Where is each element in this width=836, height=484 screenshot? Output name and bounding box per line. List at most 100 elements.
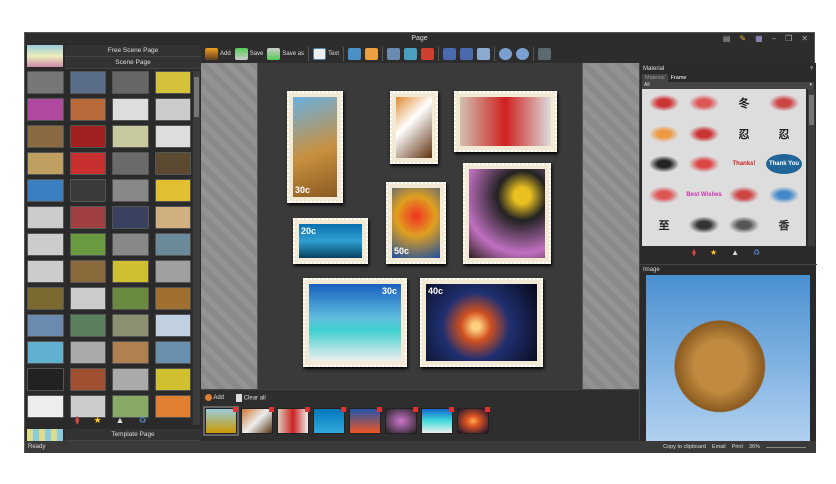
thumbnail-parrot[interactable] — [277, 407, 310, 434]
scene-thumbnail[interactable] — [112, 71, 149, 94]
layers-icon[interactable] — [538, 48, 552, 60]
scene-thumbnail[interactable] — [69, 125, 106, 148]
scene-thumbnail[interactable] — [27, 71, 64, 94]
remove-icon[interactable] — [485, 407, 490, 412]
sticker-item[interactable] — [726, 184, 762, 205]
sticker-item[interactable] — [646, 123, 682, 144]
scene-thumbnail[interactable] — [112, 233, 149, 256]
scene-thumbnail[interactable] — [112, 98, 149, 121]
scene-thumbnail[interactable] — [154, 395, 191, 418]
scene-thumbnail[interactable] — [112, 341, 149, 364]
scene-thumbnail[interactable] — [69, 152, 106, 175]
stamp-dolphin[interactable]: 20c — [293, 218, 368, 264]
scene-thumbnail[interactable] — [27, 98, 64, 121]
remove-icon[interactable] — [305, 407, 310, 412]
layout-icon[interactable]: ▦ — [755, 34, 763, 43]
print-icon[interactable] — [348, 48, 362, 60]
stamp-flower[interactable] — [463, 163, 551, 264]
sticker-item[interactable] — [686, 123, 722, 144]
stamp-parrot[interactable] — [454, 91, 557, 152]
thumbnail-beach[interactable] — [421, 407, 454, 434]
scene-thumbnail[interactable] — [154, 179, 191, 202]
remove-icon[interactable] — [341, 407, 346, 412]
recycle-icon[interactable]: ♻ — [753, 248, 760, 257]
scene-thumbnail[interactable] — [112, 314, 149, 337]
clear-all-button[interactable]: Clear all — [236, 394, 266, 402]
sticker-item[interactable]: Best Wishes — [686, 185, 722, 205]
scene-thumbnail[interactable] — [112, 125, 149, 148]
thumbnail-dolphin[interactable] — [313, 407, 346, 434]
sticker-item[interactable] — [686, 154, 722, 175]
thumbnail-giraffe[interactable] — [203, 406, 239, 436]
strip-add-button[interactable]: Add — [205, 394, 224, 402]
copy-to-clipboard-button[interactable]: Copy to clipboard — [663, 441, 706, 453]
scene-thumbnail[interactable] — [69, 98, 106, 121]
stamp-galaxy[interactable]: 40c — [420, 278, 543, 367]
remove-icon[interactable] — [233, 407, 238, 412]
tree-icon[interactable]: ▲ — [731, 248, 739, 257]
sticker-item[interactable]: 忍 — [766, 124, 802, 144]
sticker-item[interactable] — [726, 215, 762, 236]
scene-thumbnail[interactable] — [154, 368, 191, 391]
sticker-item[interactable]: Thanks! — [726, 154, 762, 174]
scene-thumbnail[interactable] — [27, 341, 64, 364]
stamp-giraffe[interactable]: 30c — [287, 91, 343, 203]
sticker-item[interactable]: 香 — [766, 215, 802, 235]
scene-thumbnail[interactable] — [154, 260, 191, 283]
stamp-beach[interactable]: 30c — [303, 278, 407, 367]
scene-scrollbar[interactable] — [193, 71, 200, 425]
remove-icon[interactable] — [377, 407, 382, 412]
zoom-out-icon[interactable] — [516, 48, 530, 60]
sticker-item[interactable] — [646, 184, 682, 205]
scene-thumbnail[interactable] — [112, 206, 149, 229]
email-icon[interactable] — [365, 48, 379, 60]
scene-thumbnail[interactable] — [27, 125, 64, 148]
save-as-button[interactable]: Save as — [267, 48, 304, 60]
sticker-item[interactable] — [766, 184, 802, 205]
tab-material[interactable]: Material — [642, 74, 668, 82]
sticker-item[interactable] — [766, 93, 802, 113]
recycle-icon[interactable]: ♻ — [138, 415, 146, 426]
rotate-icon[interactable] — [477, 48, 491, 60]
material-category-dropdown[interactable]: All ▾ — [642, 82, 814, 89]
sticker-item[interactable] — [686, 93, 722, 113]
scene-thumbnail[interactable] — [154, 98, 191, 121]
scene-thumbnail[interactable] — [27, 314, 64, 337]
scene-thumbnail[interactable] — [27, 206, 64, 229]
scene-thumbnail[interactable] — [69, 206, 106, 229]
scene-thumbnail[interactable] — [154, 314, 191, 337]
sticker-item[interactable]: 冬 — [726, 93, 762, 113]
scene-thumbnail[interactable] — [69, 287, 106, 310]
scene-thumbnail[interactable] — [154, 71, 191, 94]
scene-page-button[interactable]: Scene Page — [65, 57, 201, 69]
tag-icon[interactable]: ⧫ — [75, 415, 79, 426]
scene-thumbnail[interactable] — [27, 287, 64, 310]
free-scene-page-button[interactable]: Free Scene Page — [65, 45, 201, 57]
scene-thumbnail[interactable] — [69, 179, 106, 202]
material-scrollbar[interactable] — [808, 89, 815, 246]
flip-horizontal-icon[interactable] — [460, 48, 474, 60]
paste-icon[interactable] — [421, 48, 435, 60]
add-button[interactable]: Add — [205, 48, 231, 60]
scene-thumbnail[interactable] — [112, 287, 149, 310]
thumbnail-tiger[interactable] — [241, 407, 274, 434]
thumbnail-balloons[interactable] — [349, 407, 382, 434]
scene-thumbnail[interactable] — [69, 341, 106, 364]
scene-thumbnail[interactable] — [69, 314, 106, 337]
scene-thumbnail[interactable] — [112, 368, 149, 391]
scene-thumbnail[interactable] — [27, 179, 64, 202]
stamp-balloons[interactable]: 50c — [386, 182, 446, 264]
pin-icon[interactable]: ᵠ — [810, 64, 813, 74]
star-icon[interactable]: ★ — [710, 248, 717, 257]
text-button[interactable]: Text — [313, 48, 339, 60]
scene-thumbnail[interactable] — [69, 260, 106, 283]
scene-thumbnail[interactable] — [154, 287, 191, 310]
sticker-item[interactable]: 至 — [646, 215, 682, 235]
copy-icon[interactable] — [404, 48, 418, 60]
scene-thumbnail[interactable] — [154, 206, 191, 229]
scene-thumbnail[interactable] — [27, 152, 64, 175]
scene-thumbnail[interactable] — [69, 368, 106, 391]
edit-icon[interactable]: ✎ — [739, 34, 746, 43]
minimize-button[interactable]: – — [772, 34, 776, 43]
tree-icon[interactable]: ▲ — [116, 415, 125, 426]
